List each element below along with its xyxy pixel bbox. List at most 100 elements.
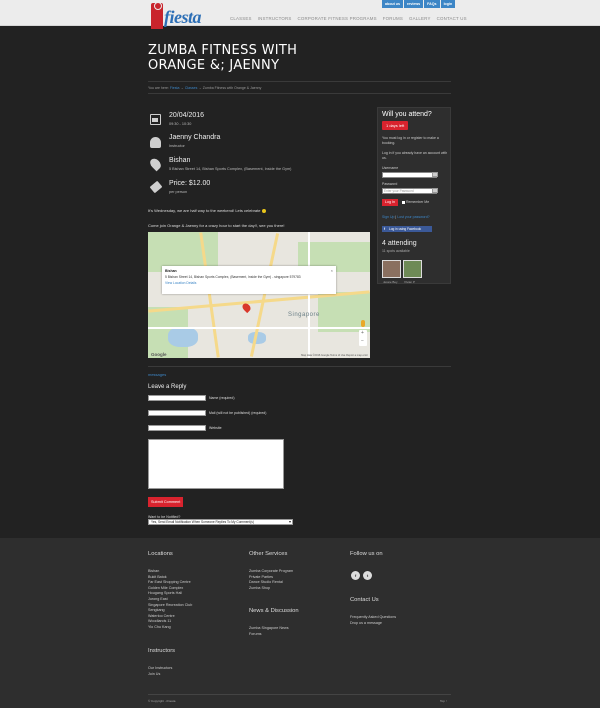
comment-textarea[interactable] bbox=[148, 439, 284, 489]
map-street bbox=[148, 327, 370, 329]
logo-text: fiesta bbox=[164, 7, 202, 27]
avatar[interactable] bbox=[403, 260, 422, 278]
page-title: ZUMBA FITNESS WITH ORANGE &; JAENNY bbox=[148, 43, 448, 73]
notify-select[interactable]: Yes, Send Email Notification When Someon… bbox=[148, 519, 293, 525]
reviews-link[interactable]: reviews bbox=[403, 0, 424, 8]
footer-locations-title: Locations bbox=[148, 551, 173, 557]
twitter-icon[interactable]: t bbox=[363, 571, 372, 580]
location-map[interactable]: Bishan 5 Bishan Street 14, Bishan Sports… bbox=[148, 232, 370, 358]
footer bbox=[0, 538, 600, 708]
facebook-login-button[interactable]: Log in using Facebook bbox=[382, 226, 432, 232]
attending-count: 4 attending bbox=[382, 240, 417, 247]
divider bbox=[148, 93, 451, 94]
venue-address: 5 Bishan Street 14, Bishan Sports Comple… bbox=[169, 167, 292, 171]
nav-gallery[interactable]: GALLERY bbox=[409, 16, 431, 21]
remember-checkbox[interactable] bbox=[402, 200, 405, 204]
footer-contact-list: Frequently Asked Questions Drop us a mes… bbox=[350, 615, 396, 626]
instructor-name[interactable]: Jaenny Chandra bbox=[169, 134, 220, 141]
footer-link[interactable]: Forums bbox=[249, 632, 289, 638]
footer-follow-title: Follow us on bbox=[350, 551, 383, 557]
map-popup-address: 5 Bishan Street 14, Bishan Sports Comple… bbox=[165, 275, 301, 279]
faqs-link[interactable]: FAQs bbox=[424, 0, 440, 8]
copyright: © Copyright - iFiesta bbox=[148, 699, 176, 703]
user-icon bbox=[150, 137, 161, 148]
avatar[interactable] bbox=[382, 260, 401, 278]
map-street bbox=[308, 232, 310, 358]
nav-instructors[interactable]: INSTRUCTORS bbox=[258, 16, 292, 21]
footer-link[interactable]: Zumba Singapore News bbox=[249, 626, 289, 632]
footer-link[interactable]: Yio Chu Kang bbox=[148, 625, 192, 631]
map-popup-title: Bishan bbox=[165, 269, 177, 273]
nav-corporate[interactable]: CORPORATE FITNESS PROGRAMS bbox=[298, 16, 377, 21]
nav-forums[interactable]: FORUMS bbox=[383, 16, 403, 21]
leave-reply-heading: Leave a Reply bbox=[148, 384, 187, 390]
footer-link[interactable]: Join Us bbox=[148, 672, 172, 678]
footer-locations-list: Bishan Bukit Batok Far East Shopping Cen… bbox=[148, 569, 192, 631]
username-label: Username bbox=[382, 166, 399, 170]
page-title-line2: ORANGE &; JAENNY bbox=[148, 58, 280, 73]
divider bbox=[148, 366, 451, 367]
main-nav: CLASSES INSTRUCTORS CORPORATE FITNESS PR… bbox=[230, 16, 467, 21]
footer-other-title: Other Services bbox=[249, 551, 288, 557]
footer-link[interactable]: Frequently Asked Questions bbox=[350, 615, 396, 621]
nav-contact[interactable]: CONTACT US bbox=[437, 16, 467, 21]
submit-comment-button[interactable]: Submit Comment bbox=[148, 497, 184, 507]
venue-name[interactable]: Bishan bbox=[169, 157, 190, 164]
messages-link[interactable]: messages bbox=[148, 372, 166, 377]
name-field[interactable] bbox=[148, 395, 206, 401]
map-zoom-control[interactable] bbox=[359, 330, 367, 346]
description-2: Come join Orange & Jaenny for a crazy ho… bbox=[148, 223, 285, 228]
login-link[interactable]: login bbox=[440, 0, 456, 8]
spots-available: 11 spots available bbox=[382, 249, 410, 253]
signup-link[interactable]: Sign Up bbox=[382, 215, 394, 219]
smiley-icon bbox=[261, 208, 266, 213]
map-info-popup: Bishan 5 Bishan Street 14, Bishan Sports… bbox=[162, 266, 336, 294]
days-left-badge: 1 days left bbox=[382, 121, 409, 130]
booking-heading: Will you attend? bbox=[382, 111, 432, 118]
breadcrumb-current: Zumba Fitness with Orange & Jaenny bbox=[202, 86, 262, 90]
back-to-top-link[interactable]: Top ↑ bbox=[440, 699, 447, 703]
remember-label: Remember Me bbox=[406, 200, 430, 204]
breadcrumb-home[interactable]: Fiesta bbox=[170, 86, 180, 90]
footer-other-list: Zumba Corporate Program Private Parties … bbox=[249, 569, 293, 591]
dancer-icon bbox=[151, 2, 163, 29]
price: Price: $12.00 bbox=[169, 180, 211, 187]
lost-password-link[interactable]: Lost your password? bbox=[397, 215, 429, 219]
footer-instructors-title: Instructors bbox=[148, 648, 176, 654]
booking-info-1: You must log in or register to make a bo… bbox=[382, 136, 439, 145]
calendar-icon bbox=[150, 114, 161, 125]
keyboard-icon bbox=[432, 172, 438, 177]
attendee-name: Jessie Bey bbox=[383, 280, 398, 284]
divider bbox=[148, 694, 451, 695]
footer-link[interactable]: Drop us a message bbox=[350, 621, 396, 627]
site-logo[interactable]: fiesta bbox=[149, 2, 209, 32]
username-input[interactable] bbox=[382, 172, 437, 178]
nav-classes[interactable]: CLASSES bbox=[230, 16, 252, 21]
footer-link[interactable]: Zumba Shop bbox=[249, 586, 293, 592]
map-copyright: Map data ©2016 Google Terms of Use Repor… bbox=[301, 354, 368, 357]
event-time: 09:30 - 10:30 bbox=[169, 122, 192, 126]
breadcrumb-classes[interactable]: Classes bbox=[185, 86, 197, 90]
map-area-label: Singapore bbox=[288, 312, 320, 318]
keyboard-icon bbox=[432, 188, 438, 193]
close-icon[interactable]: × bbox=[331, 268, 333, 273]
name-label: Name (required) bbox=[209, 396, 235, 400]
breadcrumb: You are here: Fiesta → Classes → Zumba F… bbox=[148, 86, 261, 90]
password-input[interactable]: Enter your Password bbox=[382, 188, 437, 194]
facebook-icon[interactable]: f bbox=[351, 571, 360, 580]
website-field[interactable] bbox=[148, 425, 206, 431]
breadcrumb-sep: → bbox=[180, 86, 184, 90]
breadcrumb-prefix: You are here: bbox=[148, 86, 169, 90]
email-label: Mail (will not be published) (required) bbox=[209, 411, 267, 415]
remember-me[interactable]: Remember Me bbox=[402, 200, 446, 205]
email-field[interactable] bbox=[148, 410, 206, 416]
footer-link[interactable]: Our Instructors bbox=[148, 666, 172, 672]
price-unit: per person bbox=[169, 190, 188, 194]
footer-link[interactable]: Zumba Corporate Program bbox=[249, 569, 293, 575]
footer-link[interactable]: Far East Shopping Centre bbox=[148, 580, 192, 586]
login-button[interactable]: Log In bbox=[382, 199, 398, 206]
pegman-icon[interactable] bbox=[361, 320, 365, 327]
about-us-link[interactable]: about us bbox=[382, 0, 403, 8]
location-pin-icon bbox=[148, 156, 163, 172]
map-popup-link[interactable]: View Location Details bbox=[165, 281, 196, 285]
